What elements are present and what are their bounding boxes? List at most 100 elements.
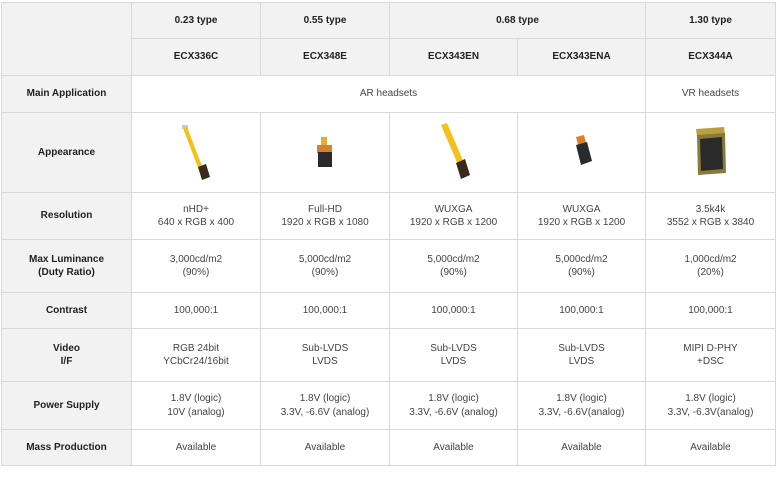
resolution-pixels: 3552 x RGB x 3840 bbox=[666, 217, 755, 228]
luminance-value: 5,000cd/m2 bbox=[298, 253, 352, 265]
resolution-row: Resolution nHD+ 640 x RGB x 400 Full-HD 19… bbox=[1, 192, 776, 240]
video-if-ecx348e: Sub-LVDS LVDS bbox=[260, 328, 390, 382]
row-label-line: Max Luminance bbox=[28, 253, 105, 265]
video-if-ecx343en: Sub-LVDS LVDS bbox=[389, 328, 518, 382]
luminance-value: 5,000cd/m2 bbox=[555, 253, 608, 265]
video-if-line: MIPI D-PHY bbox=[683, 342, 738, 354]
power-logic: 1.8V (logic) bbox=[170, 393, 222, 404]
duty-ratio: (90%) bbox=[568, 267, 595, 278]
small-display-module-icon bbox=[317, 136, 332, 167]
appearance-ecx348e bbox=[260, 112, 390, 193]
appearance-ecx343ena bbox=[517, 112, 646, 193]
resolution-ecx343en: WUXGA 1920 x RGB x 1200 bbox=[389, 192, 518, 240]
row-label-line: Video bbox=[52, 342, 81, 354]
mass-production-ecx348e: Available bbox=[260, 429, 390, 466]
appearance-ecx336c bbox=[131, 112, 261, 193]
resolution-pixels: 1920 x RGB x 1080 bbox=[281, 217, 369, 228]
contrast-ecx336c: 100,000:1 bbox=[131, 292, 261, 329]
duty-ratio: (20%) bbox=[697, 267, 724, 278]
flex-cable-display-icon bbox=[440, 122, 470, 179]
row-label-power-supply: Power Supply bbox=[1, 381, 132, 430]
model-ecx344a: ECX344A bbox=[645, 38, 776, 76]
power-supply-row: Power Supply 1.8V (logic) 10V (analog) 1.… bbox=[1, 381, 776, 430]
mass-production-ecx336c: Available bbox=[131, 429, 261, 466]
power-ecx344a: 1.8V (logic) 3.3V, -6.3V(analog) bbox=[645, 381, 776, 430]
luminance-ecx348e: 5,000cd/m2 (90%) bbox=[260, 239, 390, 293]
row-label-mass-production: Mass Production bbox=[1, 429, 132, 466]
type-header-130: 1.30 type bbox=[645, 2, 776, 39]
type-header-055: 0.55 type bbox=[260, 2, 390, 39]
video-if-line: Sub-LVDS bbox=[430, 342, 477, 354]
flex-cable-display-icon bbox=[182, 124, 210, 180]
duty-ratio: (90%) bbox=[182, 267, 210, 278]
resolution-name: Full-HD bbox=[308, 203, 342, 215]
max-luminance-row: Max Luminance (Duty Ratio) 3,000cd/m2 (90%… bbox=[1, 239, 776, 293]
resolution-pixels: 640 x RGB x 400 bbox=[157, 217, 235, 228]
power-logic: 1.8V (logic) bbox=[428, 393, 479, 404]
row-label-max-luminance: Max Luminance (Duty Ratio) bbox=[1, 239, 132, 293]
row-label-appearance: Appearance bbox=[1, 112, 132, 193]
resolution-pixels: 1920 x RGB x 1200 bbox=[537, 217, 626, 228]
type-header-068: 0.68 type bbox=[389, 2, 646, 39]
resolution-ecx336c: nHD+ 640 x RGB x 400 bbox=[131, 192, 261, 240]
power-analog: 3.3V, -6.6V (analog) bbox=[409, 406, 498, 418]
appearance-row: Appearance bbox=[1, 112, 776, 193]
video-if-ecx343ena: Sub-LVDS LVDS bbox=[517, 328, 646, 382]
video-if-line: YCbCr24/16bit bbox=[163, 356, 229, 367]
power-analog: 10V (analog) bbox=[167, 406, 225, 418]
power-ecx343en: 1.8V (logic) 3.3V, -6.6V (analog) bbox=[389, 381, 518, 430]
video-if-line: Sub-LVDS bbox=[558, 342, 605, 354]
spec-table: 0.23 type 0.55 type 0.68 type 1.30 type … bbox=[1, 2, 776, 466]
power-ecx348e: 1.8V (logic) 3.3V, -6.6V (analog) bbox=[260, 381, 390, 430]
large-display-module-icon bbox=[695, 126, 726, 175]
luminance-ecx336c: 3,000cd/m2 (90%) bbox=[131, 239, 261, 293]
power-logic: 1.8V (logic) bbox=[299, 393, 351, 404]
power-logic: 1.8V (logic) bbox=[556, 393, 607, 404]
row-label-main-application: Main Application bbox=[1, 75, 132, 113]
mass-production-ecx343ena: Available bbox=[517, 429, 646, 466]
luminance-value: 5,000cd/m2 bbox=[427, 253, 480, 265]
model-ecx336c: ECX336C bbox=[131, 38, 261, 76]
luminance-ecx344a: 1,000cd/m2 (20%) bbox=[645, 239, 776, 293]
video-if-line: LVDS bbox=[312, 356, 338, 367]
power-ecx336c: 1.8V (logic) 10V (analog) bbox=[131, 381, 261, 430]
luminance-ecx343en: 5,000cd/m2 (90%) bbox=[389, 239, 518, 293]
appearance-ecx343en bbox=[389, 112, 518, 193]
model-ecx343ena: ECX343ENA bbox=[517, 38, 646, 76]
application-ar: AR headsets bbox=[131, 75, 646, 113]
resolution-ecx348e: Full-HD 1920 x RGB x 1080 bbox=[260, 192, 390, 240]
row-label-line: (Duty Ratio) bbox=[38, 267, 95, 278]
video-if-line: LVDS bbox=[440, 356, 467, 367]
duty-ratio: (90%) bbox=[440, 267, 467, 278]
contrast-ecx343ena: 100,000:1 bbox=[517, 292, 646, 329]
power-analog: 3.3V, -6.6V(analog) bbox=[538, 406, 625, 418]
luminance-ecx343ena: 5,000cd/m2 (90%) bbox=[517, 239, 646, 293]
contrast-ecx348e: 100,000:1 bbox=[260, 292, 390, 329]
resolution-ecx344a: 3.5k4k 3552 x RGB x 3840 bbox=[645, 192, 776, 240]
power-logic: 1.8V (logic) bbox=[685, 393, 736, 404]
main-application-row: Main Application AR headsets VR headsets bbox=[1, 75, 776, 113]
video-if-ecx336c: RGB 24bit YCbCr24/16bit bbox=[131, 328, 261, 382]
video-if-line: LVDS bbox=[568, 356, 595, 367]
video-if-line: RGB 24bit bbox=[172, 342, 220, 354]
contrast-row: Contrast 100,000:1 100,000:1 100,000:1 1… bbox=[1, 292, 776, 329]
row-label-line: I/F bbox=[60, 356, 73, 367]
row-label-resolution: Resolution bbox=[1, 192, 132, 240]
resolution-pixels: 1920 x RGB x 1200 bbox=[409, 217, 498, 228]
type-header-023: 0.23 type bbox=[131, 2, 261, 39]
application-vr: VR headsets bbox=[645, 75, 776, 113]
mass-production-ecx344a: Available bbox=[645, 429, 776, 466]
video-if-row: Video I/F RGB 24bit YCbCr24/16bit Sub-LVDS… bbox=[1, 328, 776, 382]
row-label-contrast: Contrast bbox=[1, 292, 132, 329]
type-header-row: 0.23 type 0.55 type 0.68 type 1.30 type bbox=[1, 2, 776, 76]
resolution-ecx343ena: WUXGA 1920 x RGB x 1200 bbox=[517, 192, 646, 240]
resolution-name: 3.5k4k bbox=[695, 203, 726, 215]
model-ecx343en: ECX343EN bbox=[389, 38, 518, 76]
corner-cell bbox=[1, 2, 132, 76]
appearance-ecx344a bbox=[645, 112, 776, 193]
mass-production-row: Mass Production Available Available Avai… bbox=[1, 429, 776, 466]
power-analog: 3.3V, -6.3V(analog) bbox=[667, 406, 754, 418]
model-ecx348e: ECX348E bbox=[260, 38, 390, 76]
contrast-ecx343en: 100,000:1 bbox=[389, 292, 518, 329]
contrast-ecx344a: 100,000:1 bbox=[645, 292, 776, 329]
